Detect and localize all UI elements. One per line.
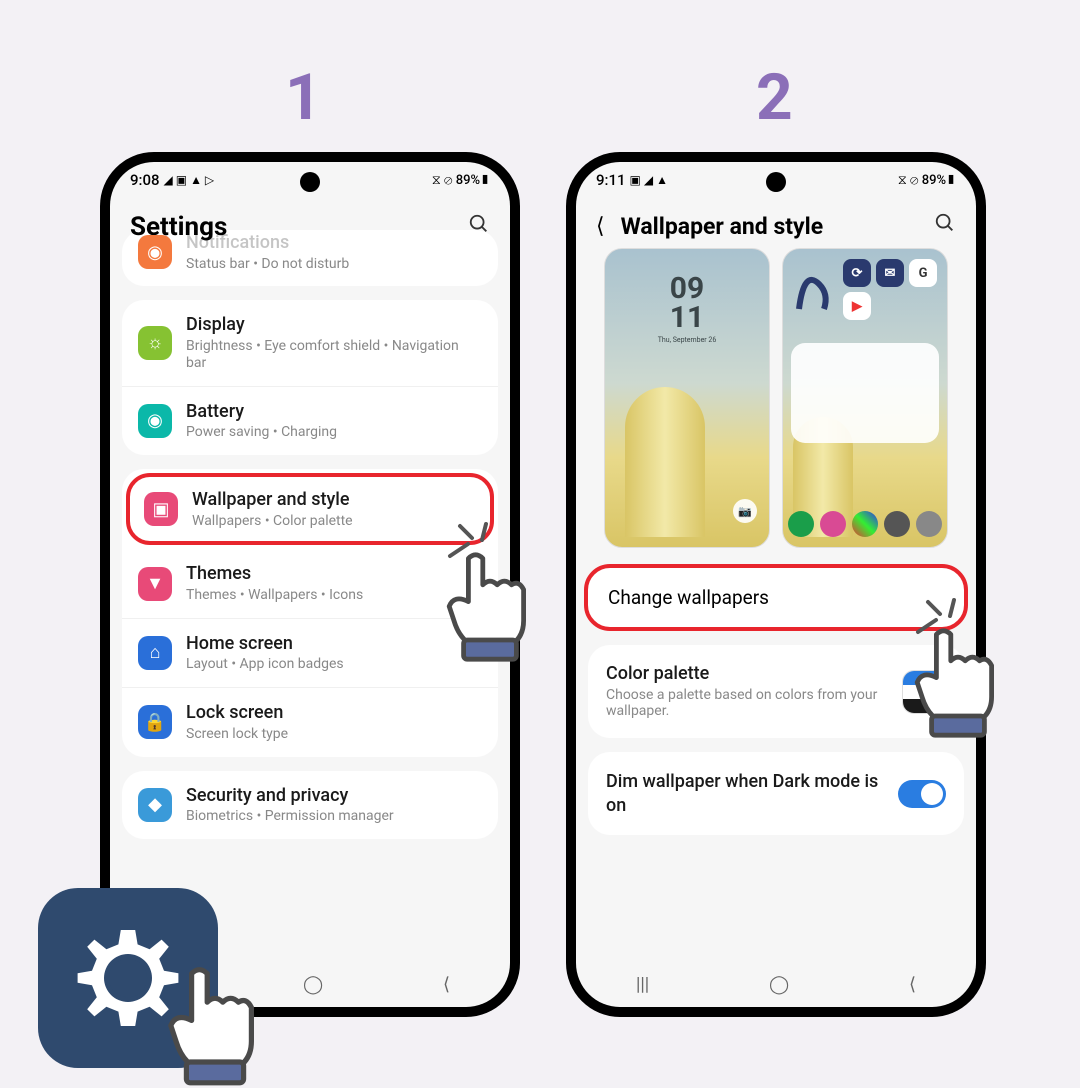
app-icon: ⟳: [843, 259, 871, 287]
tap-spark-icon: [440, 516, 500, 566]
app-icon: ▶: [843, 292, 871, 320]
back-icon[interactable]: ⟨: [596, 214, 609, 239]
preview-lock-screen[interactable]: 09 11 Thu, September 26 📷: [604, 248, 770, 548]
clock: 9:11: [596, 171, 626, 189]
color-palette-row[interactable]: Color palette Choose a palette based on …: [588, 645, 964, 738]
row-home[interactable]: ⌂ Home screen Layout • App icon badges: [122, 619, 498, 688]
page-title: Wallpaper and style: [621, 213, 922, 240]
lock-icon: 🔒: [138, 705, 172, 739]
status-icons-right: ⧖ ⊘ 89%▮: [432, 173, 490, 188]
status-icons-left: ▣ ◢ ▲: [630, 173, 668, 187]
wallpaper-icon: ▣: [144, 492, 178, 526]
section-display: ☼ Display Brightness • Eye comfort shiel…: [122, 300, 498, 455]
nav-recents-icon: |||: [636, 974, 649, 995]
camera-icon: 📷: [733, 499, 757, 523]
row-battery[interactable]: ◉ Battery Power saving • Charging: [122, 387, 498, 455]
phone-frame-2: 9:11 ▣ ◢ ▲ ⧖ ⊘ 89%▮ ⟨ Wallpaper and styl…: [566, 152, 986, 1017]
app-icon: G: [909, 259, 937, 287]
themes-icon: ▼: [138, 567, 172, 601]
home-icon: ⌂: [138, 636, 172, 670]
palette-swatch: [902, 670, 946, 714]
status-icons-right: ⧖ ⊘ 89%▮: [898, 173, 956, 188]
header: ⟨ Wallpaper and style: [576, 198, 976, 248]
toggle-switch[interactable]: [898, 780, 946, 808]
nav-home-icon: ◯: [769, 974, 789, 995]
section-screen: ▣ Wallpaper and style Wallpapers • Color…: [122, 469, 498, 757]
row-lock[interactable]: 🔒 Lock screen Screen lock type: [122, 688, 498, 756]
bell-icon: ◉: [138, 235, 172, 269]
app-icon: ✉: [876, 259, 904, 287]
battery-icon: ◉: [138, 404, 172, 438]
settings-app-icon: [38, 888, 218, 1068]
tap-spark-icon: [908, 592, 968, 642]
shield-icon: ◆: [138, 788, 172, 822]
nav-home-icon: ◯: [303, 974, 323, 995]
row-display[interactable]: ☼ Display Brightness • Eye comfort shiel…: [122, 300, 498, 386]
section-security: ◆ Security and privacy Biometrics • Perm…: [122, 771, 498, 839]
preview-home-screen[interactable]: ⟳ ✉ G ▶: [782, 248, 948, 548]
nav-back-icon: ⟨: [909, 974, 916, 995]
row-security[interactable]: ◆ Security and privacy Biometrics • Perm…: [122, 771, 498, 839]
step-number-2: 2: [756, 60, 793, 135]
nav-back-icon: ⟨: [443, 974, 450, 995]
clock: 9:08: [130, 171, 160, 189]
dim-wallpaper-row[interactable]: Dim wallpaper when Dark mode is on: [588, 752, 964, 835]
sun-icon: ☼: [138, 326, 172, 360]
row-wallpaper-highlight[interactable]: ▣ Wallpaper and style Wallpapers • Color…: [126, 473, 494, 545]
wallpaper-previews: 09 11 Thu, September 26 📷 ⟳ ✉ G ▶: [576, 248, 976, 564]
search-icon[interactable]: [934, 212, 956, 240]
status-icons-left: ◢ ▣ ▲ ▷: [164, 173, 215, 187]
step-number-1: 1: [285, 60, 322, 135]
nav-bar[interactable]: ||| ◯ ⟨: [576, 961, 976, 1007]
